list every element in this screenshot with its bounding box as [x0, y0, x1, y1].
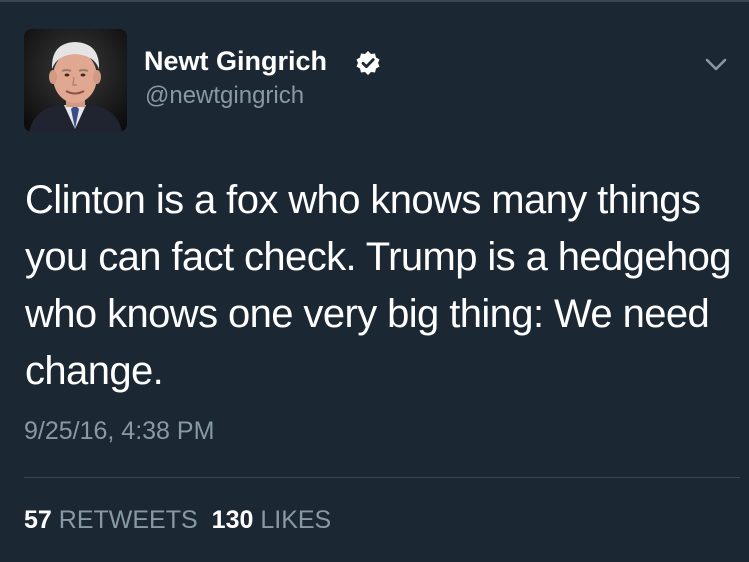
author-handle[interactable]: @newtgingrich: [145, 81, 304, 111]
likes-label: LIKES: [260, 506, 332, 534]
chevron-down-icon[interactable]: [702, 52, 730, 76]
tweet-stats: 57 RETWEETS 130 LIKES: [24, 504, 331, 536]
likes-stat[interactable]: 130 LIKES: [212, 506, 332, 534]
retweets-stat[interactable]: 57 RETWEETS: [24, 506, 198, 534]
verified-badge-icon: [356, 51, 380, 75]
avatar[interactable]: [24, 29, 127, 132]
tweet-timestamp[interactable]: 9/25/16, 4:38 PM: [24, 415, 214, 447]
top-border: [0, 0, 749, 2]
retweets-label: RETWEETS: [58, 506, 198, 534]
retweets-count: 57: [24, 506, 52, 534]
author-display-name[interactable]: Newt Gingrich: [144, 44, 327, 78]
likes-count: 130: [211, 506, 254, 534]
tweet-text: Clinton is a fox who knows many things y…: [25, 178, 732, 393]
divider: [24, 477, 740, 478]
